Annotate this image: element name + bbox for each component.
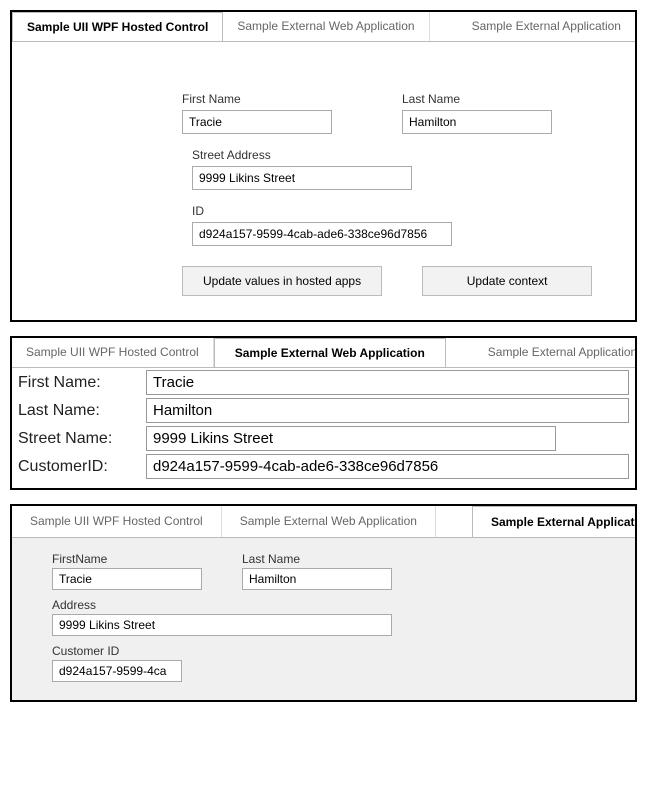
tabs-panel3: Sample UII WPF Hosted Control Sample Ext… xyxy=(12,506,635,538)
tabs-panel2: Sample UII WPF Hosted Control Sample Ext… xyxy=(12,338,635,368)
update-hosted-button[interactable]: Update values in hosted apps xyxy=(182,266,382,296)
address-label: Address xyxy=(52,598,595,612)
tab-ext[interactable]: Sample External Application xyxy=(472,506,635,538)
first-name-input[interactable] xyxy=(52,568,202,590)
street-name-input[interactable] xyxy=(146,426,556,451)
first-name-label: First Name: xyxy=(18,374,138,392)
tab-web[interactable]: Sample External Web Application xyxy=(214,338,446,368)
last-name-input[interactable] xyxy=(146,398,629,423)
id-label: ID xyxy=(192,204,615,218)
id-input[interactable] xyxy=(192,222,452,246)
customer-id-input[interactable] xyxy=(52,660,182,682)
street-input[interactable] xyxy=(192,166,412,190)
tab-web[interactable]: Sample External Web Application xyxy=(222,506,436,537)
panel2-body: First Name: Last Name: Street Name: Cust… xyxy=(12,368,635,488)
tab-spacer xyxy=(436,506,472,537)
panel-wpf-hosted: Sample UII WPF Hosted Control Sample Ext… xyxy=(10,10,637,322)
tab-spacer xyxy=(430,12,458,41)
tab-wpf[interactable]: Sample UII WPF Hosted Control xyxy=(12,506,222,537)
tab-wpf[interactable]: Sample UII WPF Hosted Control xyxy=(12,338,214,367)
panel-external-app: Sample UII WPF Hosted Control Sample Ext… xyxy=(10,504,637,702)
last-name-input[interactable] xyxy=(242,568,392,590)
tab-wpf[interactable]: Sample UII WPF Hosted Control xyxy=(12,12,223,42)
tab-ext[interactable]: Sample External Application xyxy=(474,338,635,367)
last-name-label: Last Name: xyxy=(18,402,138,420)
update-context-button[interactable]: Update context xyxy=(422,266,592,296)
first-name-input[interactable] xyxy=(182,110,332,134)
address-input[interactable] xyxy=(52,614,392,636)
panel3-body: FirstName Last Name Address Customer ID xyxy=(12,538,635,700)
tabs-panel1: Sample UII WPF Hosted Control Sample Ext… xyxy=(12,12,635,42)
first-name-label: FirstName xyxy=(52,552,202,566)
tab-ext[interactable]: Sample External Application xyxy=(458,12,635,41)
street-label: Street Address xyxy=(192,148,615,162)
customer-id-label: CustomerID: xyxy=(18,458,138,476)
panel-web-app: Sample UII WPF Hosted Control Sample Ext… xyxy=(10,336,637,490)
customer-id-label: Customer ID xyxy=(52,644,595,658)
first-name-input[interactable] xyxy=(146,370,629,395)
tab-web[interactable]: Sample External Web Application xyxy=(223,12,429,41)
first-name-label: First Name xyxy=(182,92,332,106)
panel1-body: First Name Last Name Street Address ID U… xyxy=(12,42,635,320)
tab-spacer xyxy=(446,338,474,367)
last-name-label: Last Name xyxy=(242,552,392,566)
street-name-label: Street Name: xyxy=(18,430,138,448)
customer-id-input[interactable] xyxy=(146,454,629,479)
last-name-input[interactable] xyxy=(402,110,552,134)
last-name-label: Last Name xyxy=(402,92,552,106)
